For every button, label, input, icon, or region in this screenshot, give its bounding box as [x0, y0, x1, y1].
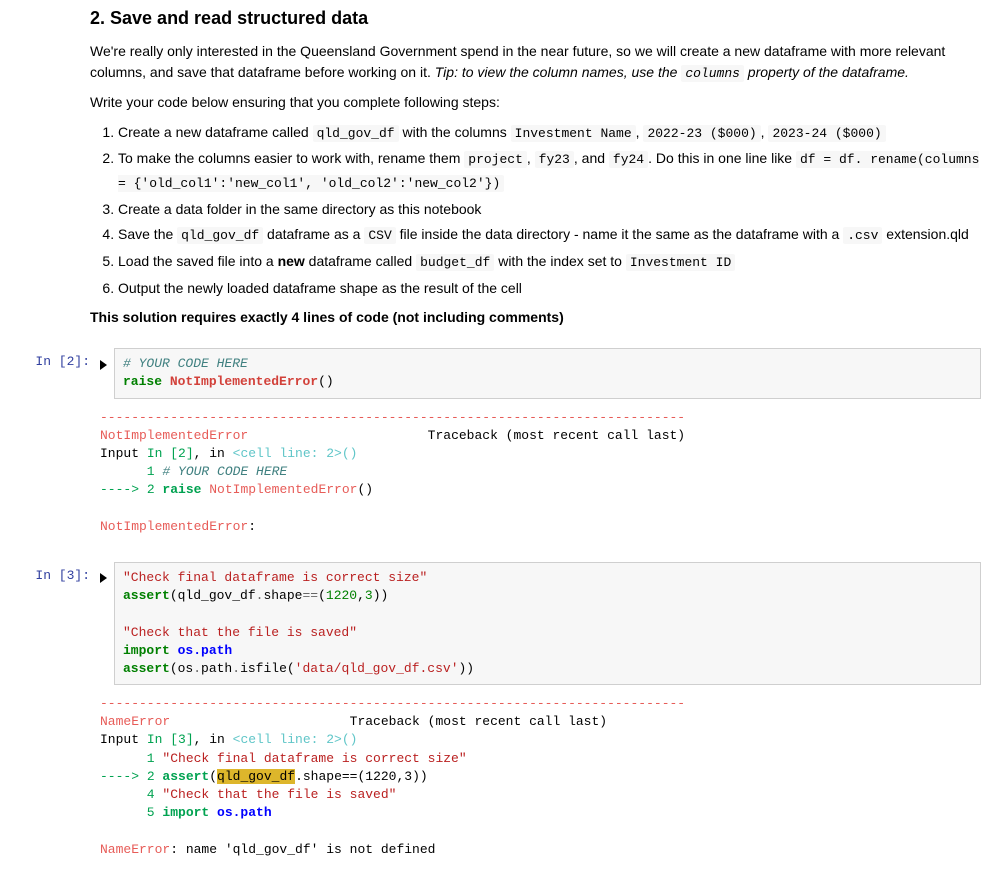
inline-code: columns	[681, 65, 744, 82]
run-cell-button[interactable]	[100, 562, 114, 685]
list-item: Save the qld_gov_df dataframe as a CSV f…	[118, 223, 981, 247]
instruction-paragraph: Write your code below ensuring that you …	[90, 92, 981, 113]
code-cell-3: In [3]: "Check final dataframe is correc…	[0, 562, 981, 685]
list-item: Output the newly loaded dataframe shape …	[118, 277, 981, 299]
output-cell-2: ----------------------------------------…	[0, 403, 981, 542]
markdown-cell: 2. Save and read structured data We're r…	[0, 8, 981, 328]
code-input[interactable]: "Check final dataframe is correct size" …	[114, 562, 981, 685]
section-heading: 2. Save and read structured data	[90, 8, 981, 29]
code-input[interactable]: # YOUR CODE HERE raise NotImplementedErr…	[114, 348, 981, 398]
run-cell-button[interactable]	[100, 348, 114, 398]
input-prompt: In [3]:	[0, 562, 100, 685]
list-item: To make the columns easier to work with,…	[118, 147, 981, 195]
list-item: Create a new dataframe called qld_gov_df…	[118, 121, 981, 145]
play-icon	[100, 573, 107, 583]
input-prompt: In [2]:	[0, 348, 100, 398]
intro-paragraph: We're really only interested in the Quee…	[90, 41, 981, 84]
code-cell-2: In [2]: # YOUR CODE HERE raise NotImplem…	[0, 348, 981, 398]
list-item: Create a data folder in the same directo…	[118, 198, 981, 220]
requirement-note: This solution requires exactly 4 lines o…	[90, 307, 981, 328]
list-item: Load the saved file into a new dataframe…	[118, 250, 981, 274]
play-icon	[100, 360, 107, 370]
traceback-output: ----------------------------------------…	[100, 403, 981, 542]
steps-list: Create a new dataframe called qld_gov_df…	[90, 121, 981, 300]
